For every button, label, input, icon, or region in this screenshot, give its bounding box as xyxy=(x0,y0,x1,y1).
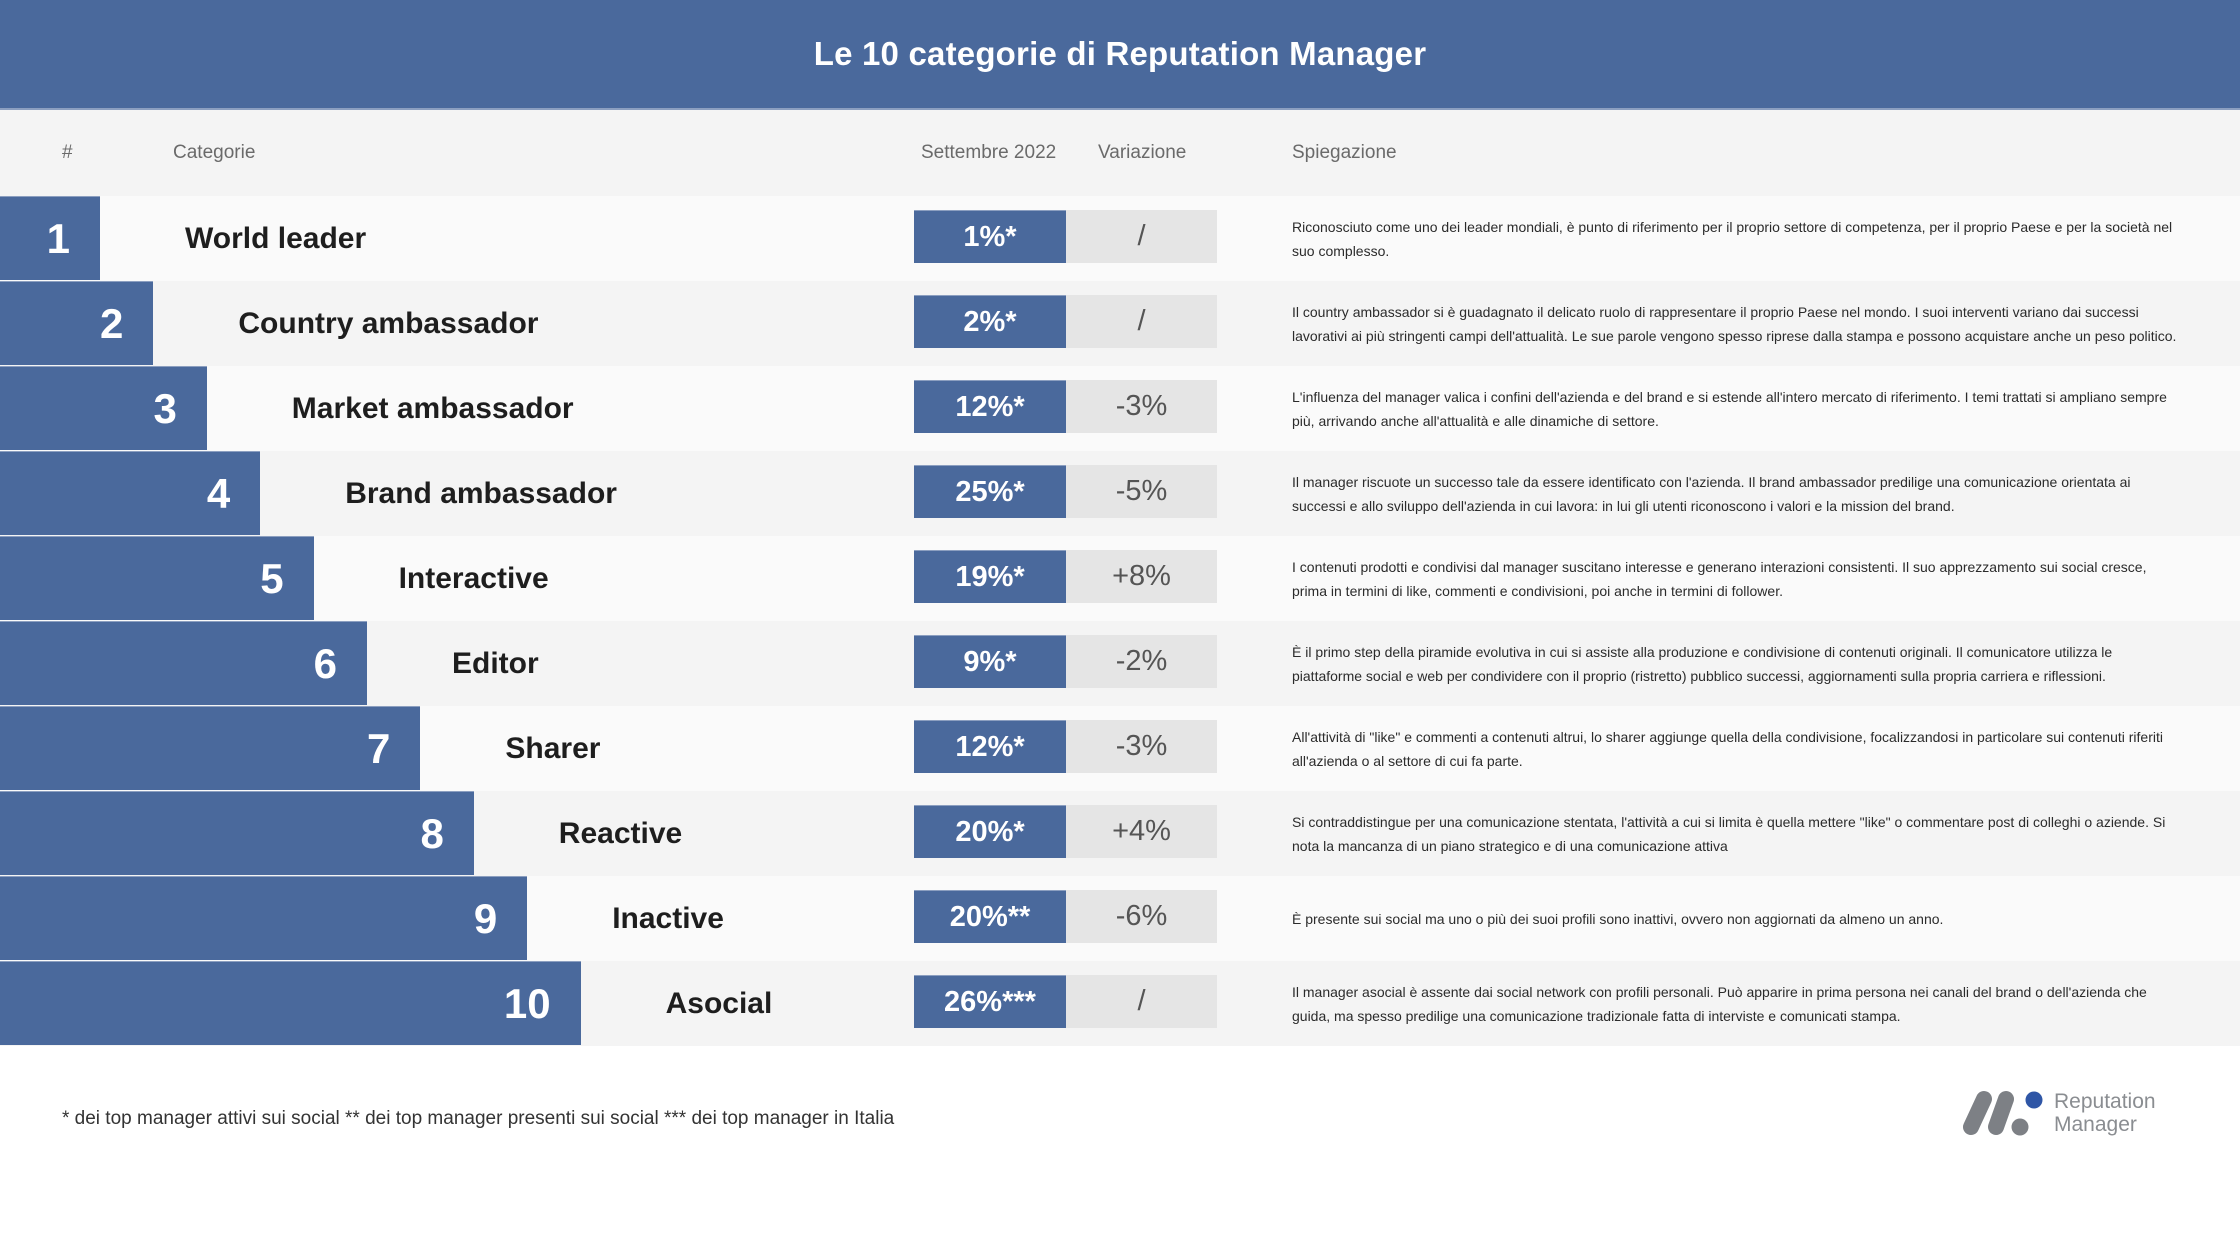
column-header-number: # xyxy=(62,142,73,163)
footnote: * dei top manager attivi sui social ** d… xyxy=(62,1108,895,1129)
rank-bar: 1 xyxy=(0,196,100,280)
september-value: 12%* xyxy=(914,720,1066,773)
category-table: 1 World leader 1%* / Riconosciuto come u… xyxy=(0,196,2240,1046)
variation-value: / xyxy=(1066,210,1217,263)
table-row: 5 Interactive 19%* +8% I contenuti prodo… xyxy=(0,536,2240,621)
table-header: # Categorie Settembre 2022 Variazione Sp… xyxy=(0,110,2240,196)
rank-bar: 7 xyxy=(0,706,421,790)
september-value: 1%* xyxy=(914,210,1066,263)
september-value: 9%* xyxy=(914,635,1066,688)
rank-bar: 4 xyxy=(0,451,261,535)
table-row: 3 Market ambassador 12%* -3% L'influenza… xyxy=(0,366,2240,451)
table-row: 6 Editor 9%* -2% È il primo step della p… xyxy=(0,621,2240,706)
rank-bar: 6 xyxy=(0,621,367,705)
category-name: Interactive xyxy=(398,561,549,595)
column-header-september: Settembre 2022 xyxy=(921,142,1057,163)
category-name: Asocial xyxy=(665,986,773,1020)
table-row: 2 Country ambassador 2%* / Il country am… xyxy=(0,281,2240,366)
variation-value: / xyxy=(1066,295,1217,348)
page-title: Le 10 categorie di Reputation Manager xyxy=(813,35,1427,72)
variation-value: -2% xyxy=(1066,635,1217,688)
variation-value: / xyxy=(1066,975,1217,1028)
category-name: World leader xyxy=(185,221,367,255)
rank-bar: 5 xyxy=(0,536,314,620)
reputation-manager-logo-icon xyxy=(1963,1091,2043,1136)
title-bar: Le 10 categorie di Reputation Manager xyxy=(0,0,2240,110)
rank-bar: 2 xyxy=(0,281,154,365)
september-value: 19%* xyxy=(914,550,1066,603)
column-header-explanation: Spiegazione xyxy=(1292,142,1397,163)
variation-value: -3% xyxy=(1066,380,1217,433)
september-value: 25%* xyxy=(914,465,1066,518)
explanation-text: I contenuti prodotti e condivisi dal man… xyxy=(1292,558,2147,599)
variation-value: +8% xyxy=(1066,550,1217,603)
category-name: Editor xyxy=(452,646,539,680)
variation-value: -5% xyxy=(1066,465,1217,518)
september-value: 20%** xyxy=(914,890,1066,943)
table-row: 10 Asocial 26%*** / Il manager asocial è… xyxy=(0,961,2240,1046)
september-value: 12%* xyxy=(914,380,1066,433)
logo-text: Reputation Manager xyxy=(2054,1090,2156,1136)
table-row: 7 Sharer 12%* -3% All'attività di "like"… xyxy=(0,706,2240,791)
explanation-text: Il manager riscuote un successo tale da … xyxy=(1292,473,2131,514)
table-row: 4 Brand ambassador 25%* -5% Il manager r… xyxy=(0,451,2240,536)
column-header-variation: Variazione xyxy=(1098,142,1187,163)
explanation-text: È il primo step della piramide evolutiva… xyxy=(1292,643,2113,684)
rank-bar: 9 xyxy=(0,876,528,960)
category-name: Country ambassador xyxy=(238,306,539,340)
explanation-text: È presente sui social ma uno o più dei s… xyxy=(1292,910,1944,927)
variation-value: -3% xyxy=(1066,720,1217,773)
table-row: 8 Reactive 20%* +4% Si contraddistingue … xyxy=(0,791,2240,876)
category-name: Market ambassador xyxy=(291,391,574,425)
september-value: 26%*** xyxy=(914,975,1066,1028)
explanation-text: L'influenza del manager valica i confini… xyxy=(1292,388,2167,429)
table-row: 1 World leader 1%* / Riconosciuto come u… xyxy=(0,196,2240,281)
september-value: 2%* xyxy=(914,295,1066,348)
explanation-text: All'attività di "like" e commenti a cont… xyxy=(1292,728,2163,769)
variation-value: +4% xyxy=(1066,805,1217,858)
explanation-text: Il country ambassador si è guadagnato il… xyxy=(1292,303,2177,344)
reputation-manager-logo: Reputation Manager xyxy=(1962,1090,2156,1136)
category-name: Brand ambassador xyxy=(345,476,617,510)
explanation-text: Il manager asocial è assente dai social … xyxy=(1292,983,2147,1024)
category-name: Sharer xyxy=(505,731,601,765)
logo-text-line1: Reputation xyxy=(2054,1090,2156,1113)
column-header-category: Categorie xyxy=(173,142,256,163)
table-row: 9 Inactive 20%** -6% È presente sui soci… xyxy=(0,876,2240,961)
category-name: Inactive xyxy=(612,901,724,935)
explanation-text: Riconosciuto come uno dei leader mondial… xyxy=(1292,218,2173,259)
logo-text-line2: Manager xyxy=(2054,1113,2137,1136)
rank-bar: 3 xyxy=(0,366,207,450)
category-name: Reactive xyxy=(558,816,683,850)
september-value: 20%* xyxy=(914,805,1066,858)
variation-value: -6% xyxy=(1066,890,1217,943)
rank-bar: 8 xyxy=(0,791,474,875)
rank-bar: 10 xyxy=(0,961,581,1045)
explanation-text: Si contraddistingue per una comunicazion… xyxy=(1292,813,2166,854)
